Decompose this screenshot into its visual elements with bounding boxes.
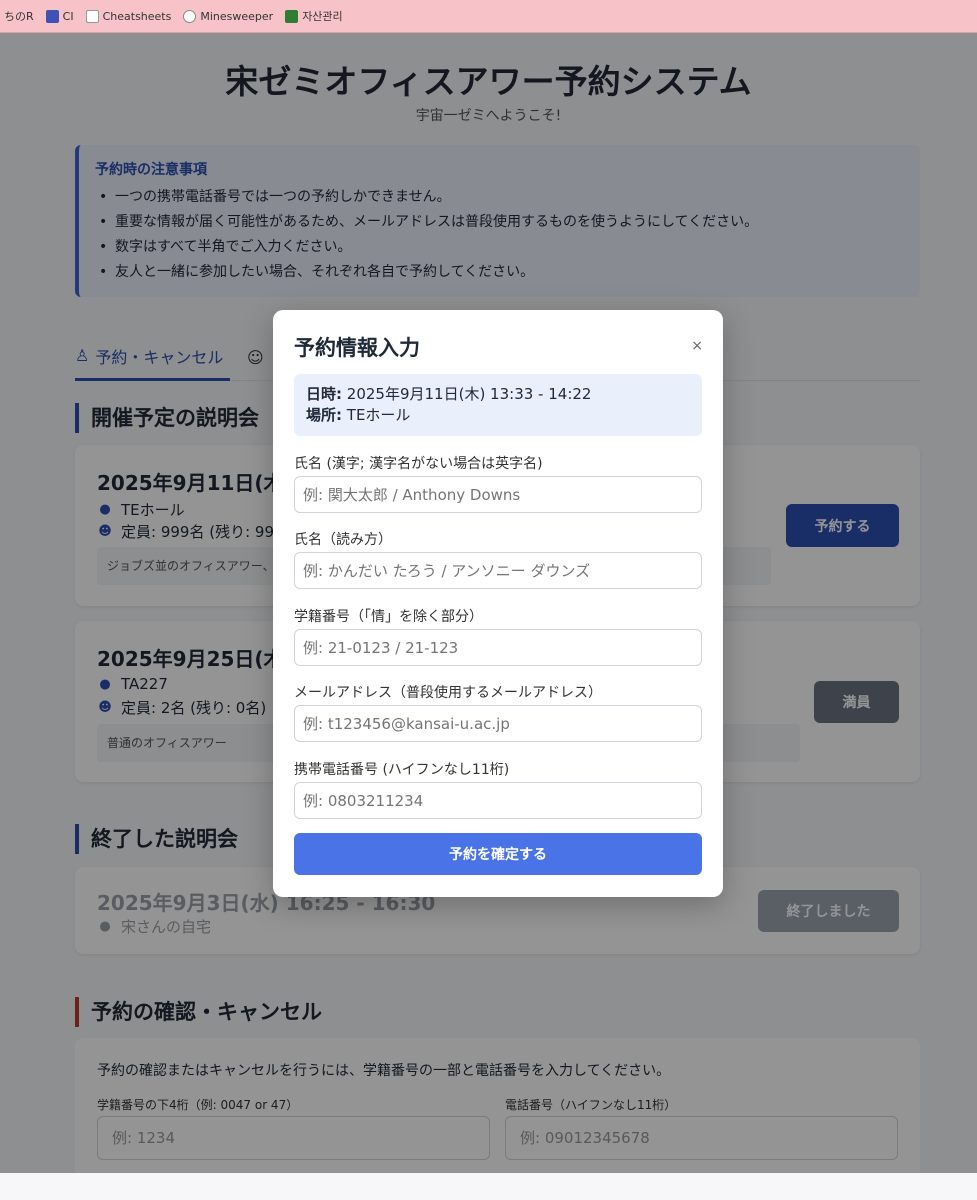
mobile-label: 携帯電話番号 (ハイフンなし11桁) bbox=[294, 762, 510, 778]
email-label: メールアドレス（普段使用するメールアドレス） bbox=[294, 685, 602, 701]
bookmark-asset[interactable]: 자산관리 bbox=[285, 8, 343, 24]
bookmark-label: Minesweeper bbox=[200, 9, 274, 23]
datetime-value: 2025年9月11日(木) 13:33 - 14:22 bbox=[346, 385, 592, 403]
datetime-label: 日時: bbox=[306, 385, 342, 403]
student-number-input[interactable] bbox=[294, 629, 702, 666]
place-value: TEホール bbox=[346, 406, 411, 424]
name-reading-label: 氏名（読み方） bbox=[294, 532, 392, 548]
mobile-input[interactable] bbox=[294, 782, 702, 819]
bookmark-label: Cheatsheets bbox=[102, 9, 172, 23]
session-info: 日時: 2025年9月11日(木) 13:33 - 14:22 場所: TEホー… bbox=[294, 374, 702, 436]
minesweeper-icon bbox=[183, 9, 197, 23]
email-input[interactable] bbox=[294, 705, 702, 742]
bookmark-label: CI bbox=[62, 9, 74, 23]
bookmark-chino[interactable]: ちのR bbox=[4, 8, 34, 24]
name-kanji-label: 氏名 (漢字; 漢字名がない場合は英字名) bbox=[294, 456, 543, 472]
bookmarks-bar: ちのR CI Cheatsheets Minesweeper 자산관리 bbox=[0, 0, 977, 33]
bookmark-cheatsheets[interactable]: Cheatsheets bbox=[85, 9, 172, 23]
session-place: 場所: TEホール bbox=[306, 405, 690, 426]
cheatsheets-icon bbox=[85, 9, 99, 23]
session-datetime: 日時: 2025年9月11日(木) 13:33 - 14:22 bbox=[306, 384, 690, 405]
name-reading-input[interactable] bbox=[294, 552, 702, 589]
bookmark-minesweeper[interactable]: Minesweeper bbox=[183, 9, 274, 23]
bookmark-label: ちのR bbox=[4, 10, 34, 23]
name-kanji-input[interactable] bbox=[294, 476, 702, 513]
place-label: 場所: bbox=[306, 406, 342, 424]
reservation-modal: 予約情報入力 × 日時: 2025年9月11日(木) 13:33 - 14:22… bbox=[273, 310, 723, 897]
close-icon[interactable]: × bbox=[691, 338, 703, 354]
bookmark-label: 자산관리 bbox=[302, 10, 343, 23]
bottom-strip bbox=[0, 1173, 977, 1200]
ci-icon bbox=[45, 9, 59, 23]
asset-icon bbox=[285, 9, 299, 23]
bookmark-ci[interactable]: CI bbox=[45, 9, 74, 23]
modal-title: 予約情報入力 bbox=[294, 336, 420, 360]
confirm-reservation-button[interactable]: 予約を確定する bbox=[294, 833, 702, 875]
student-number-label: 学籍番号（「情」を除く部分） bbox=[294, 609, 483, 625]
